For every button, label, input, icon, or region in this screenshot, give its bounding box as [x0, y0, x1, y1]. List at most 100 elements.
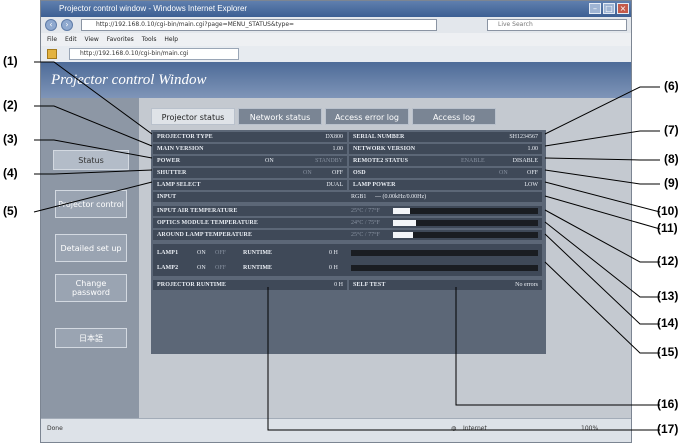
tab-access-log[interactable]: Access log — [412, 108, 496, 125]
menu-favorites[interactable]: Favorites — [107, 36, 134, 43]
nav-detailed-setup-button[interactable]: Detailed set up — [55, 234, 127, 262]
close-icon[interactable]: × — [617, 3, 629, 14]
callout-4: (4) — [3, 166, 18, 180]
self-test-value: No errors — [515, 282, 538, 288]
shutter-on-value: ON — [303, 170, 312, 176]
globe-icon: ◍ — [451, 425, 457, 432]
nav-change-password-button[interactable]: Change password — [55, 274, 127, 302]
serial-number-value: SH1234567 — [509, 134, 538, 140]
menu-view[interactable]: View — [85, 36, 99, 43]
lamp-power-label: LAMP POWER — [353, 182, 396, 188]
input-row: INPUT RGB1 --- (0.00kHz/0.00Hz) — [153, 192, 542, 202]
window-title: Projector control window - Windows Inter… — [59, 4, 248, 13]
left-nav: Status Projector control Detailed set up… — [41, 98, 139, 418]
nav-language-button[interactable]: 日本語 — [55, 328, 127, 348]
shutter-row: SHUTTER ON OFF — [153, 168, 347, 178]
menu-file[interactable]: File — [47, 36, 57, 43]
optics-module-temp-value: 24°C / 75°F — [351, 220, 380, 226]
main-content: Projector status Network status Access e… — [139, 98, 631, 418]
zoom-control[interactable]: 100% — [581, 425, 598, 432]
star-icon[interactable] — [47, 49, 57, 59]
lamp-select-label: LAMP SELECT — [157, 182, 201, 188]
maximize-icon[interactable]: □ — [603, 3, 615, 14]
around-lamp-temp-label: AROUND LAMP TEMPERATURE — [157, 232, 253, 238]
minimize-icon[interactable]: – — [589, 3, 601, 14]
main-version-row: MAIN VERSION 1.00 — [153, 144, 347, 154]
address-bar-row: ‹ › http://192.168.0.10/cgi-bin/main.cgi… — [41, 17, 631, 33]
callout-13: (13) — [657, 289, 679, 303]
lamp-power-row: LAMP POWER LOW — [349, 180, 542, 190]
forward-icon[interactable]: › — [61, 19, 73, 31]
shutter-off-value: OFF — [331, 170, 343, 176]
menu-edit[interactable]: Edit — [65, 36, 77, 43]
lamp-select-value: DUAL — [326, 182, 343, 188]
projector-type-value: DX800 — [325, 134, 343, 140]
network-version-label: NETWORK VERSION — [353, 146, 416, 152]
tab-access-error-log[interactable]: Access error log — [325, 108, 409, 125]
callout-12: (12) — [657, 254, 679, 268]
lamp1-runtime-value: 0 H — [329, 250, 338, 256]
menu-tools[interactable]: Tools — [142, 36, 157, 43]
input-signal-value: --- (0.00kHz/0.00Hz) — [375, 194, 427, 200]
input-label: INPUT — [157, 194, 177, 200]
projector-type-row: PROJECTOR TYPE DX800 — [153, 132, 347, 142]
main-version-value: 1.00 — [332, 146, 344, 152]
around-lamp-temp-gauge — [393, 232, 538, 238]
menu-bar: File Edit View Favorites Tools Help — [41, 33, 631, 46]
projector-runtime-label: PROJECTOR RUNTIME — [157, 282, 227, 288]
callout-16: (16) — [657, 397, 679, 411]
tab-network-status[interactable]: Network status — [238, 108, 322, 125]
osd-label: OSD — [353, 170, 366, 176]
remote2-enable-value: ENABLE — [461, 158, 485, 164]
browser-tab[interactable]: http://192.168.0.10/cgi-bin/main.cgi — [69, 48, 239, 60]
callout-15: (15) — [657, 345, 679, 359]
callout-5: (5) — [3, 204, 18, 218]
optics-module-temp-gauge-fill — [393, 220, 416, 226]
shutter-label: SHUTTER — [157, 170, 187, 176]
browser-window: Projector control window - Windows Inter… — [40, 0, 632, 443]
main-version-label: MAIN VERSION — [157, 146, 204, 152]
zone-text: Internet — [463, 425, 487, 432]
projector-runtime-row: PROJECTOR RUNTIME 0 H — [153, 280, 347, 290]
callout-7: (7) — [664, 123, 679, 137]
callout-2: (2) — [3, 98, 18, 112]
callout-6: (6) — [664, 79, 679, 93]
optics-module-temp-label: OPTICS MODULE TEMPERATURE — [157, 220, 258, 226]
callout-8: (8) — [664, 152, 679, 166]
url-input[interactable]: http://192.168.0.10/cgi-bin/main.cgi?pag… — [81, 19, 437, 31]
lamp2-runtime-label: RUNTIME — [243, 265, 273, 271]
serial-number-row: SERIAL NUMBER SH1234567 — [349, 132, 542, 142]
nav-projector-control-button[interactable]: Projector control — [55, 190, 127, 218]
projector-runtime-value: 0 H — [334, 282, 343, 288]
callout-14: (14) — [657, 316, 679, 330]
input-air-temp-gauge — [393, 208, 538, 214]
input-air-temp-row: INPUT AIR TEMPERATURE 25°C / 77°F — [153, 206, 542, 216]
network-version-value: 1.00 — [527, 146, 539, 152]
back-icon[interactable]: ‹ — [45, 19, 57, 31]
search-input[interactable]: Live Search — [487, 19, 627, 31]
lamp1-off-value: OFF — [215, 250, 227, 256]
projector-type-label: PROJECTOR TYPE — [157, 134, 213, 140]
browser-status-bar: Done ◍ Internet 100% — [41, 418, 631, 442]
lamp-runtime-block: LAMP1 ON OFF RUNTIME 0 H LAMP2 ON OFF RU… — [153, 244, 542, 276]
nav-status-button[interactable]: Status — [53, 150, 129, 170]
power-on-value: ON — [265, 158, 274, 164]
input-air-temp-label: INPUT AIR TEMPERATURE — [157, 208, 238, 214]
serial-number-label: SERIAL NUMBER — [353, 134, 405, 140]
status-text: Done — [47, 425, 63, 432]
remote2-disable-value: DISABLE — [512, 158, 538, 164]
tab-projector-status[interactable]: Projector status — [151, 108, 235, 125]
around-lamp-temp-gauge-fill — [393, 232, 413, 238]
callout-1: (1) — [3, 54, 18, 68]
optics-module-temp-row: OPTICS MODULE TEMPERATURE 24°C / 75°F — [153, 218, 542, 228]
remote2-status-row: REMOTE2 STATUS ENABLE DISABLE — [349, 156, 542, 166]
lamp-power-value: LOW — [524, 182, 538, 188]
osd-off-value: OFF — [526, 170, 538, 176]
callout-17: (17) — [657, 422, 679, 436]
remote2-status-label: REMOTE2 STATUS — [353, 158, 409, 164]
around-lamp-temp-value: 25°C / 77°F — [351, 232, 380, 238]
menu-help[interactable]: Help — [164, 36, 178, 43]
around-lamp-temp-row: AROUND LAMP TEMPERATURE 25°C / 77°F — [153, 230, 542, 240]
osd-row: OSD ON OFF — [349, 168, 542, 178]
lamp1-runtime-label: RUNTIME — [243, 250, 273, 256]
